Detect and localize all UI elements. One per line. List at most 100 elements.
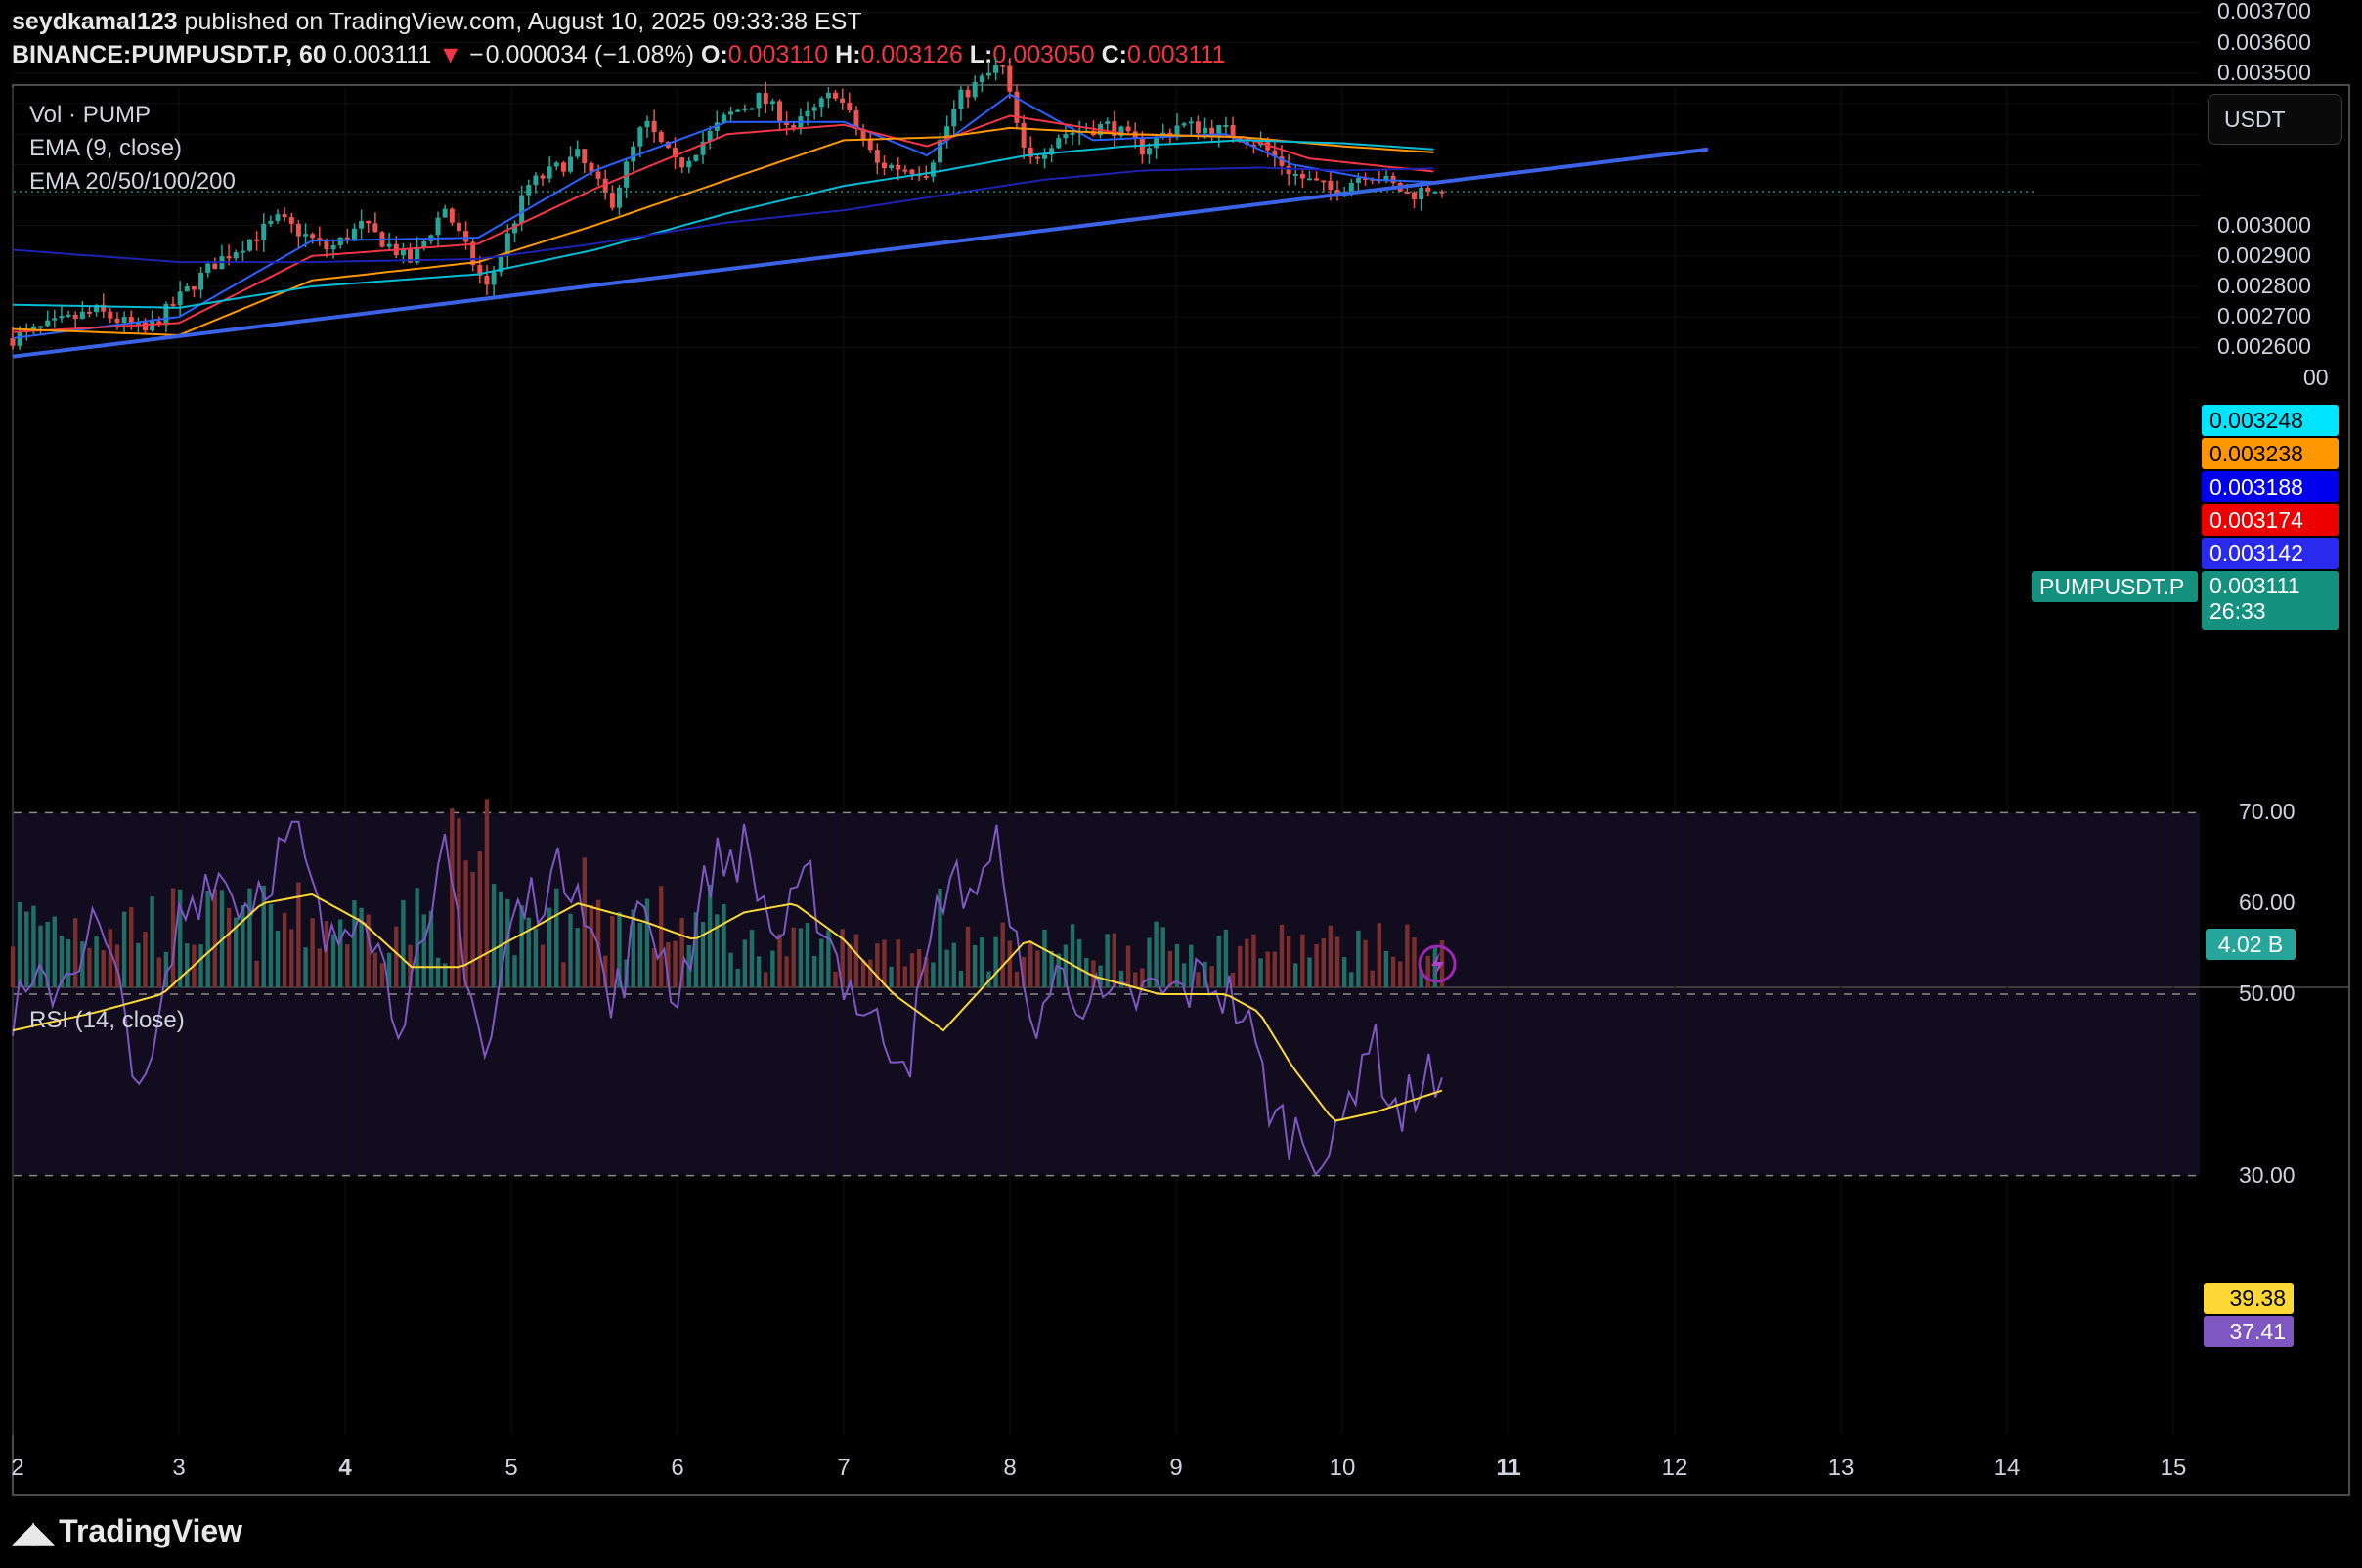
time-axis-label: 15 xyxy=(2160,1455,2187,1481)
volume-bar xyxy=(1154,921,1159,987)
legend-rsi[interactable]: RSI (14, close) xyxy=(29,1007,185,1034)
candle-body xyxy=(66,314,71,317)
candle-body xyxy=(540,175,546,179)
candle-body xyxy=(254,239,260,241)
rsi-badge: 37.41 xyxy=(2204,1316,2294,1347)
time-axis-label: 3 xyxy=(172,1455,186,1481)
candle-body xyxy=(121,317,127,323)
candle-body xyxy=(1021,122,1027,148)
candle-body xyxy=(150,321,155,331)
volume-bar xyxy=(889,966,894,987)
candle-body xyxy=(965,89,971,98)
candle-body xyxy=(212,263,218,270)
candle-body xyxy=(359,220,365,229)
candle-body xyxy=(108,311,113,319)
price-axis-label: 0.002600 xyxy=(2217,333,2311,360)
volume-bar xyxy=(972,944,978,987)
volume-bar xyxy=(980,937,984,987)
candle-body xyxy=(1292,174,1298,177)
volume-bar xyxy=(756,956,762,987)
volume-bar xyxy=(673,940,678,987)
volume-bar xyxy=(24,911,29,987)
candle-body xyxy=(337,237,343,245)
volume-bar xyxy=(533,928,539,987)
candle-body xyxy=(456,222,461,232)
candle-body xyxy=(979,75,984,83)
price-axis-label: 0.003500 xyxy=(2217,59,2311,85)
volume-bar xyxy=(875,943,880,987)
volume-bar xyxy=(484,799,490,987)
currency-button[interactable]: USDT xyxy=(2208,94,2342,145)
volume-bar xyxy=(198,944,203,987)
volume-bar xyxy=(310,918,315,987)
tradingview-logo[interactable]: ◢◣ TradingView xyxy=(12,1513,242,1549)
volume-bar xyxy=(777,934,782,987)
volume-bar xyxy=(764,972,768,987)
candle-body xyxy=(330,244,336,250)
volume-bar xyxy=(1405,924,1410,987)
volume-bar xyxy=(1412,937,1417,987)
volume-bar xyxy=(1223,929,1229,987)
candle-body xyxy=(609,193,615,208)
volume-bar xyxy=(554,888,559,987)
last-price-badge: 0.003111 26:33 xyxy=(2202,571,2339,630)
ema100-badge: 0.003248 xyxy=(2202,405,2339,436)
volume-bar xyxy=(1363,939,1368,987)
candle-body xyxy=(435,217,441,236)
volume-bar xyxy=(833,971,838,987)
volume-bar xyxy=(931,962,936,987)
legend-ema9[interactable]: EMA (9, close) xyxy=(29,135,182,162)
volume-bar xyxy=(268,903,274,987)
volume-bar xyxy=(1321,937,1326,987)
candle-body xyxy=(1000,65,1006,67)
candle-body xyxy=(17,332,22,346)
legend-ema-multi[interactable]: EMA 20/50/100/200 xyxy=(29,168,236,196)
volume-bar xyxy=(17,901,22,987)
volume-bar xyxy=(1279,924,1285,987)
volume-bar xyxy=(10,946,16,987)
candle-body xyxy=(811,107,817,111)
volume-bar xyxy=(540,944,546,987)
time-axis-label: 7 xyxy=(837,1455,851,1481)
volume-bar xyxy=(909,953,915,987)
volume-bar xyxy=(129,907,134,987)
legend-volume[interactable]: Vol · PUMP xyxy=(29,102,151,129)
candle-body xyxy=(1223,124,1229,127)
candle-body xyxy=(526,185,532,196)
price-axis-label: 0.003000 xyxy=(2217,211,2311,238)
volume-bar xyxy=(791,927,796,987)
candle-body xyxy=(616,187,622,208)
candle-body xyxy=(658,132,664,142)
candle-body xyxy=(902,169,908,172)
candle-body xyxy=(909,169,915,175)
volume-bar xyxy=(143,932,148,987)
volume-bar xyxy=(589,904,594,987)
volume-bar xyxy=(1160,927,1165,987)
symbol-tag: PUMPUSDT.P xyxy=(2032,571,2198,602)
volume-bar xyxy=(882,939,887,987)
candle-body xyxy=(1328,180,1334,191)
price-axis-label: 0.003700 xyxy=(2217,0,2311,24)
volume-bar xyxy=(1245,938,1249,987)
volume-bar xyxy=(1014,971,1020,987)
chart-canvas[interactable] xyxy=(0,0,2362,1568)
volume-badge: 4.02 B xyxy=(2206,929,2296,960)
volume-bar xyxy=(958,971,964,987)
volume-bar xyxy=(561,962,566,987)
rsi-axis-label: 50.00 xyxy=(2239,980,2296,1006)
candle-body xyxy=(72,314,78,319)
candle-body xyxy=(198,272,204,290)
volume-bar xyxy=(379,963,385,987)
candle-body xyxy=(742,108,748,110)
volume-bar xyxy=(156,957,161,987)
candle-body xyxy=(679,157,685,168)
candle-body xyxy=(874,150,880,163)
volume-bar xyxy=(205,890,210,987)
rsi-ma-badge: 39.38 xyxy=(2204,1283,2294,1314)
volume-bar xyxy=(707,884,713,987)
candle-body xyxy=(1355,177,1361,183)
volume-bar xyxy=(1125,945,1131,987)
candle-body xyxy=(351,228,357,241)
time-axis-label: 9 xyxy=(1169,1455,1183,1481)
candle-body xyxy=(1070,132,1075,135)
